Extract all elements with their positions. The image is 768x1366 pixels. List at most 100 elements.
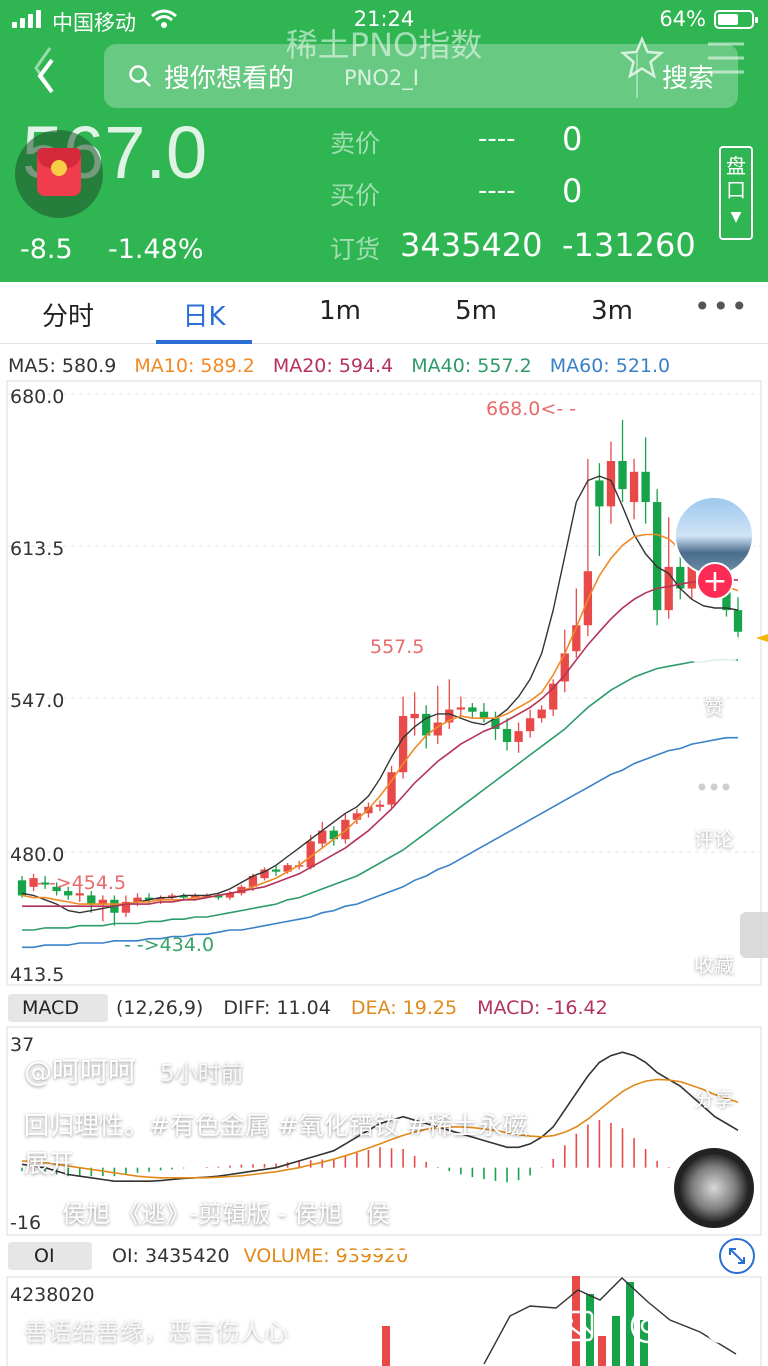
y-tick-label: 613.5 [10,538,65,560]
ma5-value: MA5: 580.9 [8,355,117,377]
back-arrow-icon[interactable] [20,40,70,110]
fullscreen-icon[interactable] [719,1238,755,1274]
quote-header: 中国移动 21:24 64% 稀土PNO指数 搜你想看的 PNO2_I 搜索 5… [0,0,768,282]
search-icon [129,65,151,87]
volume-bar [382,1326,390,1366]
candle-body [456,707,465,710]
search-input[interactable]: 搜你想看的 [164,58,294,95]
period-tabs: 分时 日K 1m 5m 3m ••• [0,282,768,344]
tab-3m[interactable]: 3m [562,296,662,326]
macd-value: MACD: -16.42 [477,997,608,1019]
oi-line [483,1277,737,1365]
price-change-pct: -1.48% [108,234,204,265]
candle-body [479,711,489,719]
y-tick-label: 680.0 [10,386,65,408]
ask-price: ---- [478,124,516,154]
bid-label: 买价 [330,181,381,210]
search-symbol: PNO2_I [344,66,419,90]
kline-chart[interactable]: 680.0 613.5 547.0 480.0 413.5 668.0<- - … [0,380,768,986]
like-label: 赞 [704,695,724,719]
active-tab-indicator [156,340,252,344]
share-arrow-icon [687,1028,741,1074]
favorite-label: 收藏 [694,953,734,977]
order-label: 订货 [330,235,381,264]
candle-body [525,718,535,732]
candle-body [641,471,650,503]
last-price-marker [756,634,768,642]
share-button[interactable]: 分享 [674,1024,754,1112]
y-tick-label: 547.0 [10,690,65,712]
candle-body [271,869,281,872]
ask-qty: 0 [562,120,583,158]
candle-body [375,804,385,807]
oi-label: OI [34,1245,55,1267]
order-volume: 3435420 [400,226,543,264]
y-tick-label: 413.5 [10,964,65,986]
follow-plus-icon[interactable]: + [696,562,734,600]
candle-body [537,709,546,719]
oi-selector[interactable]: OI [8,1242,92,1270]
pankou-button[interactable]: 盘口 ▼ [719,146,753,240]
volume-value: VOLUME: 939920 [243,1245,409,1267]
ma-line-ma5 [21,475,739,914]
tab-1m[interactable]: 1m [290,296,390,326]
music-title: 侯旭 《逃》-剪辑版 - 侯旭 侯 [62,1200,391,1228]
pankou-label: 盘口 [726,154,746,202]
ma40-value: MA40: 557.2 [411,355,532,377]
candle-body [341,819,350,840]
at-mention-icon[interactable] [628,1306,668,1346]
tab-daily-k[interactable]: 日K [154,296,254,333]
video-caption[interactable]: 回归理性。#有色金属 #氧化镨钕 #稀土永磁 [24,1106,528,1142]
macd-values: (12,26,9) DIFF: 11.04 DEA: 19.25 MACD: -… [116,997,622,1019]
dea-value: DEA: 19.25 [350,997,458,1019]
ma-line-ma10 [21,533,739,905]
bid-price: ---- [478,176,516,206]
favorite-button[interactable]: 收藏 [674,886,754,978]
ma-line-ma20 [22,579,738,908]
candle-body [514,731,523,742]
like-button[interactable]: 赞 [674,628,754,720]
candle-body [468,707,477,712]
image-icon[interactable] [556,1306,596,1346]
ma60-value: MA60: 521.0 [549,355,671,377]
chevron-down-icon: ▼ [730,209,742,225]
author-name[interactable]: @呵呵呵 [24,1050,136,1090]
oi-values: OI: 3435420 VOLUME: 939920 [112,1245,408,1267]
candle-body [629,471,639,503]
comment-button[interactable]: 评论 [674,760,754,852]
candle-body [502,729,512,742]
heart-icon [685,632,743,682]
mid-high-annotation: 557.5 [370,636,425,658]
comment-label: 评论 [694,827,734,851]
ma-legend: MA5: 580.9 MA10: 589.2 MA20: 594.4 MA40:… [8,355,682,377]
music-disc[interactable] [674,1148,754,1228]
y-tick-label: 480.0 [10,844,65,866]
post-time: 5小时前 [160,1061,244,1087]
tab-5m[interactable]: 5m [426,296,526,326]
oi-value: OI: 3435420 [112,1245,230,1267]
emoji-icon[interactable] [702,1306,742,1346]
candle-body [618,461,627,490]
macd-selector[interactable]: MACD [8,994,108,1022]
tab-timeshare[interactable]: 分时 [18,296,118,333]
low-annotation: - ->434.0 [124,934,215,956]
candle-body [410,713,419,719]
price-change: -8.5 [20,234,73,265]
menu-icon[interactable] [706,40,746,76]
macd-params: (12,26,9) [116,997,204,1019]
ma20-value: MA20: 594.4 [272,355,394,377]
red-packet-icon[interactable] [15,130,103,218]
volume-bar [598,1336,606,1366]
video-progress-bar[interactable] [344,1250,718,1254]
music-info[interactable]: 侯旭 《逃》-剪辑版 - 侯旭 侯 [22,1194,482,1228]
comment-icon [685,764,743,815]
more-tabs-icon[interactable]: ••• [694,290,750,323]
macd-label: MACD [22,997,79,1019]
ask-label: 卖价 [330,129,381,158]
expand-link[interactable]: 展开 [24,1144,74,1180]
kline-svg [6,380,768,986]
favorite-star-icon[interactable] [620,36,664,80]
comment-input[interactable]: 善语结善缘，恶言伤人心 [24,1312,288,1347]
star-icon [686,888,742,941]
order-change: -131260 [562,226,696,264]
